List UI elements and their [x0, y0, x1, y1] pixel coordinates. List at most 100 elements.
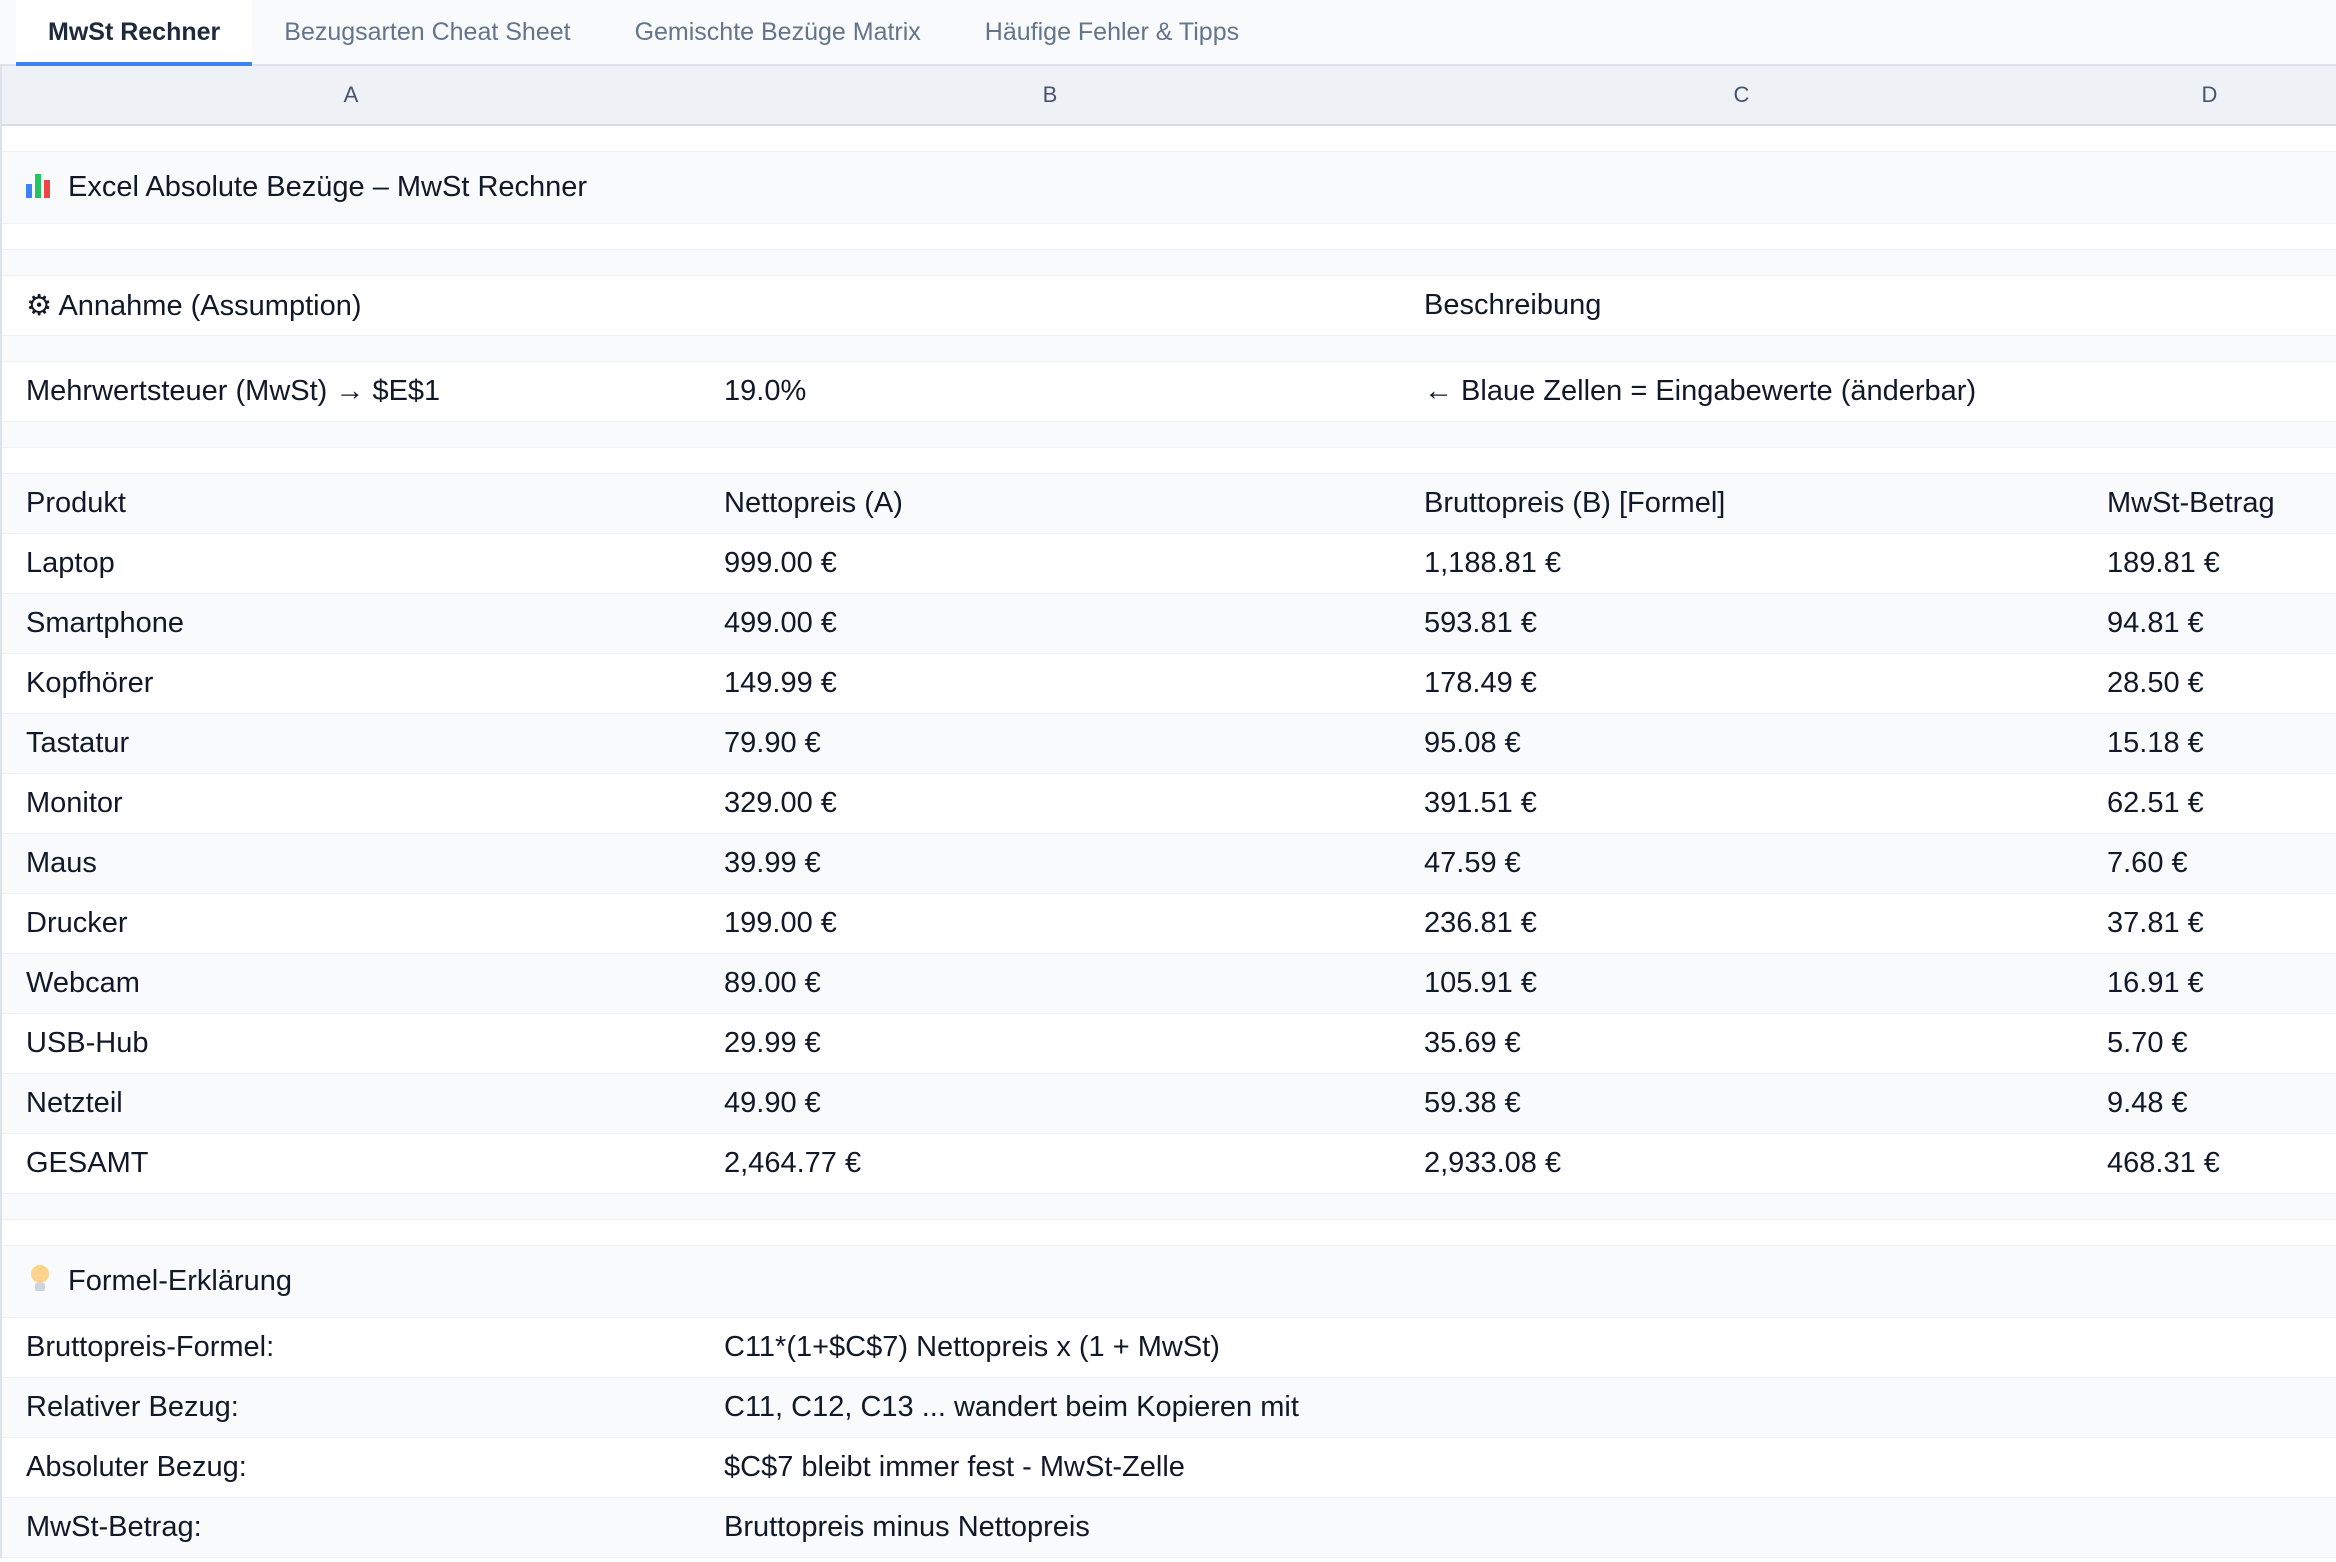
- vat-amount-cell[interactable]: 62.51 €: [2083, 787, 2336, 820]
- net-price-cell[interactable]: 49.90 €: [700, 1087, 1400, 1120]
- explanation-row: Relativer Bezug: C11, C12, C13 ... wander…: [2, 1378, 2336, 1438]
- table-row: Kopfhörer 149.99 €178.49 €28.50 €: [2, 654, 2336, 714]
- explanation-text-cell[interactable]: C11, C12, C13 ... wandert beim Kopieren …: [700, 1391, 2336, 1424]
- explanation-row: Bruttopreis-Formel: C11*(1+$C$7) Nettopre…: [2, 1318, 2336, 1378]
- table-row: Drucker 199.00 €236.81 €37.81 €: [2, 894, 2336, 954]
- net-price-cell[interactable]: 79.90 €: [700, 727, 1400, 760]
- empty-row: [2, 422, 2336, 448]
- tab-haeufige-fehler-tipps[interactable]: Häufige Fehler & Tipps: [953, 0, 1271, 64]
- net-price-cell[interactable]: 89.00 €: [700, 967, 1400, 1000]
- explanation-title-cell[interactable]: Formel-Erklärung: [2, 1265, 2336, 1298]
- explanation-title: Formel-Erklärung: [68, 1265, 292, 1297]
- explanation-label-cell[interactable]: MwSt-Betrag:: [2, 1511, 700, 1544]
- description-header-label[interactable]: Beschreibung: [1400, 289, 2083, 322]
- product-name-cell[interactable]: Webcam: [2, 967, 700, 1000]
- explanation-label-cell[interactable]: Absoluter Bezug:: [2, 1451, 700, 1484]
- header-nettopreis[interactable]: Nettopreis (A): [700, 487, 1400, 520]
- explanation-label-cell[interactable]: Bruttopreis-Formel:: [2, 1331, 700, 1364]
- net-price-cell[interactable]: 29.99 €: [700, 1027, 1400, 1060]
- vat-amount-cell[interactable]: 15.18 €: [2083, 727, 2336, 760]
- vat-amount-cell[interactable]: 37.81 €: [2083, 907, 2336, 940]
- product-name-cell[interactable]: Drucker: [2, 907, 700, 940]
- net-price-cell[interactable]: 149.99 €: [700, 667, 1400, 700]
- vat-label-cell[interactable]: Mehrwertsteuer (MwSt) → $E$1: [2, 375, 700, 408]
- product-name-cell[interactable]: Kopfhörer: [2, 667, 700, 700]
- vat-amount-cell[interactable]: 468.31 €: [2083, 1147, 2336, 1180]
- header-produkt[interactable]: Produkt: [2, 487, 700, 520]
- product-name-cell[interactable]: Tastatur: [2, 727, 700, 760]
- vat-rate-cell[interactable]: 19.0%: [700, 375, 1400, 408]
- empty-row: [2, 250, 2336, 276]
- gross-price-cell[interactable]: 593.81 €: [1400, 607, 2083, 640]
- column-header-row: A B C D: [2, 66, 2336, 126]
- column-header-b[interactable]: B: [700, 66, 1400, 124]
- table-row: Smartphone 499.00 €593.81 €94.81 €: [2, 594, 2336, 654]
- net-price-cell[interactable]: 329.00 €: [700, 787, 1400, 820]
- net-price-cell[interactable]: 999.00 €: [700, 547, 1400, 580]
- spreadsheet-grid: A B C D Excel Absolute Bezüge – MwSt Rec…: [0, 66, 2336, 1558]
- explanation-label-cell[interactable]: Relativer Bezug:: [2, 1391, 700, 1424]
- total-row: GESAMT 2,464.77 €2,933.08 €468.31 €: [2, 1134, 2336, 1194]
- column-header-a[interactable]: A: [2, 66, 700, 124]
- empty-row: [2, 448, 2336, 474]
- table-row: Webcam 89.00 €105.91 €16.91 €: [2, 954, 2336, 1014]
- product-table-header-row: Produkt Nettopreis (A) Bruttopreis (B) […: [2, 474, 2336, 534]
- empty-row: [2, 1194, 2336, 1220]
- gross-price-cell[interactable]: 2,933.08 €: [1400, 1147, 2083, 1180]
- product-name-cell[interactable]: Laptop: [2, 547, 700, 580]
- tab-bezugsarten-cheat-sheet[interactable]: Bezugsarten Cheat Sheet: [252, 0, 602, 64]
- column-header-d[interactable]: D: [2083, 66, 2336, 124]
- vat-amount-cell[interactable]: 9.48 €: [2083, 1087, 2336, 1120]
- gross-price-cell[interactable]: 95.08 €: [1400, 727, 2083, 760]
- explanation-title-row: Formel-Erklärung: [2, 1246, 2336, 1318]
- header-bruttopreis[interactable]: Bruttopreis (B) [Formel]: [1400, 487, 2083, 520]
- vat-description-cell[interactable]: ← Blaue Zellen = Eingabewerte (änderbar): [1400, 375, 2083, 408]
- table-row: Monitor 329.00 €391.51 €62.51 €: [2, 774, 2336, 834]
- product-name-cell[interactable]: GESAMT: [2, 1147, 700, 1180]
- gross-price-cell[interactable]: 59.38 €: [1400, 1087, 2083, 1120]
- gross-price-cell[interactable]: 236.81 €: [1400, 907, 2083, 940]
- gross-price-cell[interactable]: 1,188.81 €: [1400, 547, 2083, 580]
- empty-row: [2, 1220, 2336, 1246]
- explanation-text-cell[interactable]: Bruttopreis minus Nettopreis: [700, 1511, 2336, 1544]
- gross-price-cell[interactable]: 178.49 €: [1400, 667, 2083, 700]
- assumption-header-label[interactable]: ⚙ Annahme (Assumption): [2, 288, 700, 323]
- tab-mwst-rechner[interactable]: MwSt Rechner: [16, 0, 253, 66]
- vat-amount-cell[interactable]: 189.81 €: [2083, 547, 2336, 580]
- table-row: Maus 39.99 €47.59 €7.60 €: [2, 834, 2336, 894]
- vat-amount-cell[interactable]: 7.60 €: [2083, 847, 2336, 880]
- gross-price-cell[interactable]: 105.91 €: [1400, 967, 2083, 1000]
- empty-row: [2, 224, 2336, 250]
- table-row: Laptop 999.00 €1,188.81 €189.81 €: [2, 534, 2336, 594]
- product-name-cell[interactable]: Smartphone: [2, 607, 700, 640]
- column-header-c[interactable]: C: [1400, 66, 2083, 124]
- gross-price-cell[interactable]: 391.51 €: [1400, 787, 2083, 820]
- product-name-cell[interactable]: Maus: [2, 847, 700, 880]
- sheet-tab-bar: MwSt Rechner Bezugsarten Cheat Sheet Gem…: [0, 0, 2336, 66]
- tab-gemischte-bezuege-matrix[interactable]: Gemischte Bezüge Matrix: [603, 0, 953, 64]
- table-row: Tastatur 79.90 €95.08 €15.18 €: [2, 714, 2336, 774]
- bar-chart-icon: [26, 172, 54, 199]
- explanation-text-cell[interactable]: $C$7 bleibt immer fest - MwSt-Zelle: [700, 1451, 2336, 1484]
- explanation-row: Absoluter Bezug: $C$7 bleibt immer fest -…: [2, 1438, 2336, 1498]
- product-name-cell[interactable]: Netzteil: [2, 1087, 700, 1120]
- assumption-row: Mehrwertsteuer (MwSt) → $E$1 19.0% ← Bla…: [2, 362, 2336, 422]
- header-mwst-betrag[interactable]: MwSt-Betrag: [2083, 487, 2336, 520]
- empty-row: [2, 126, 2336, 152]
- lightbulb-icon: [26, 1265, 54, 1293]
- product-name-cell[interactable]: Monitor: [2, 787, 700, 820]
- net-price-cell[interactable]: 499.00 €: [700, 607, 1400, 640]
- vat-amount-cell[interactable]: 5.70 €: [2083, 1027, 2336, 1060]
- net-price-cell[interactable]: 2,464.77 €: [700, 1147, 1400, 1180]
- gross-price-cell[interactable]: 35.69 €: [1400, 1027, 2083, 1060]
- net-price-cell[interactable]: 199.00 €: [700, 907, 1400, 940]
- vat-amount-cell[interactable]: 16.91 €: [2083, 967, 2336, 1000]
- product-name-cell[interactable]: USB-Hub: [2, 1027, 700, 1060]
- explanation-row: MwSt-Betrag: Bruttopreis minus Nettopreis: [2, 1498, 2336, 1558]
- net-price-cell[interactable]: 39.99 €: [700, 847, 1400, 880]
- gross-price-cell[interactable]: 47.59 €: [1400, 847, 2083, 880]
- vat-amount-cell[interactable]: 94.81 €: [2083, 607, 2336, 640]
- explanation-text-cell[interactable]: C11*(1+$C$7) Nettopreis x (1 + MwSt): [700, 1331, 2336, 1364]
- vat-amount-cell[interactable]: 28.50 €: [2083, 667, 2336, 700]
- sheet-title-cell[interactable]: Excel Absolute Bezüge – MwSt Rechner: [2, 171, 2336, 204]
